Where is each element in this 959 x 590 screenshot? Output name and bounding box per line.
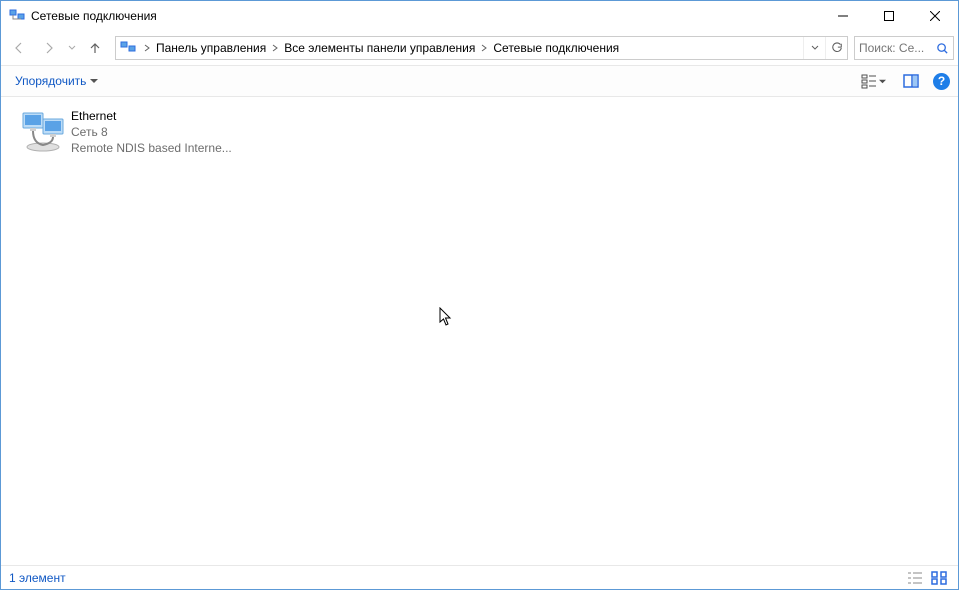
large-icons-view-button[interactable] — [928, 569, 950, 587]
breadcrumb-item[interactable]: Сетевые подключения — [491, 41, 621, 55]
mouse-cursor-icon — [439, 307, 455, 327]
details-view-button[interactable] — [904, 569, 926, 587]
chevron-right-icon[interactable] — [477, 44, 491, 52]
history-dropdown[interactable] — [65, 44, 79, 52]
status-bar: 1 элемент — [1, 565, 958, 589]
chevron-right-icon[interactable] — [268, 44, 282, 52]
adapter-network: Сеть 8 — [71, 124, 232, 140]
control-panel-icon — [120, 40, 136, 56]
close-button[interactable] — [912, 1, 958, 31]
organize-button[interactable]: Упорядочить — [9, 70, 104, 92]
maximize-button[interactable] — [866, 1, 912, 31]
status-count: 1 элемент — [9, 571, 66, 585]
network-adapter-item[interactable]: Ethernet Сеть 8 Remote NDIS based Intern… — [17, 105, 257, 158]
search-input[interactable] — [855, 41, 931, 55]
chevron-right-icon[interactable] — [140, 44, 154, 52]
toolbar: Упорядочить ? — [1, 65, 958, 97]
search-box[interactable] — [854, 36, 954, 60]
titlebar: Сетевые подключения — [1, 1, 958, 31]
network-adapter-icon — [19, 107, 67, 155]
window-controls — [820, 1, 958, 31]
help-button[interactable]: ? — [933, 73, 950, 90]
view-options-button[interactable] — [853, 69, 893, 93]
breadcrumb-item[interactable]: Все элементы панели управления — [282, 41, 477, 55]
adapter-details: Ethernet Сеть 8 Remote NDIS based Intern… — [71, 107, 232, 156]
adapter-name: Ethernet — [71, 108, 232, 124]
up-button[interactable] — [81, 34, 109, 62]
organize-label: Упорядочить — [15, 74, 86, 88]
window-title: Сетевые подключения — [31, 9, 820, 23]
address-bar[interactable]: Панель управления Все элементы панели уп… — [115, 36, 848, 60]
content-area[interactable]: Ethernet Сеть 8 Remote NDIS based Intern… — [1, 97, 958, 565]
chevron-down-icon — [90, 74, 98, 88]
breadcrumb-item[interactable]: Панель управления — [154, 41, 268, 55]
app-icon — [9, 8, 25, 24]
forward-button[interactable] — [35, 34, 63, 62]
preview-pane-button[interactable] — [897, 69, 925, 93]
navigation-bar: Панель управления Все элементы панели уп… — [1, 31, 958, 65]
refresh-button[interactable] — [825, 37, 847, 59]
address-dropdown[interactable] — [803, 37, 825, 59]
adapter-device: Remote NDIS based Interne... — [71, 140, 232, 156]
minimize-button[interactable] — [820, 1, 866, 31]
back-button[interactable] — [5, 34, 33, 62]
search-icon[interactable] — [931, 42, 953, 55]
network-connections-window: Сетевые подключения — [0, 0, 959, 590]
